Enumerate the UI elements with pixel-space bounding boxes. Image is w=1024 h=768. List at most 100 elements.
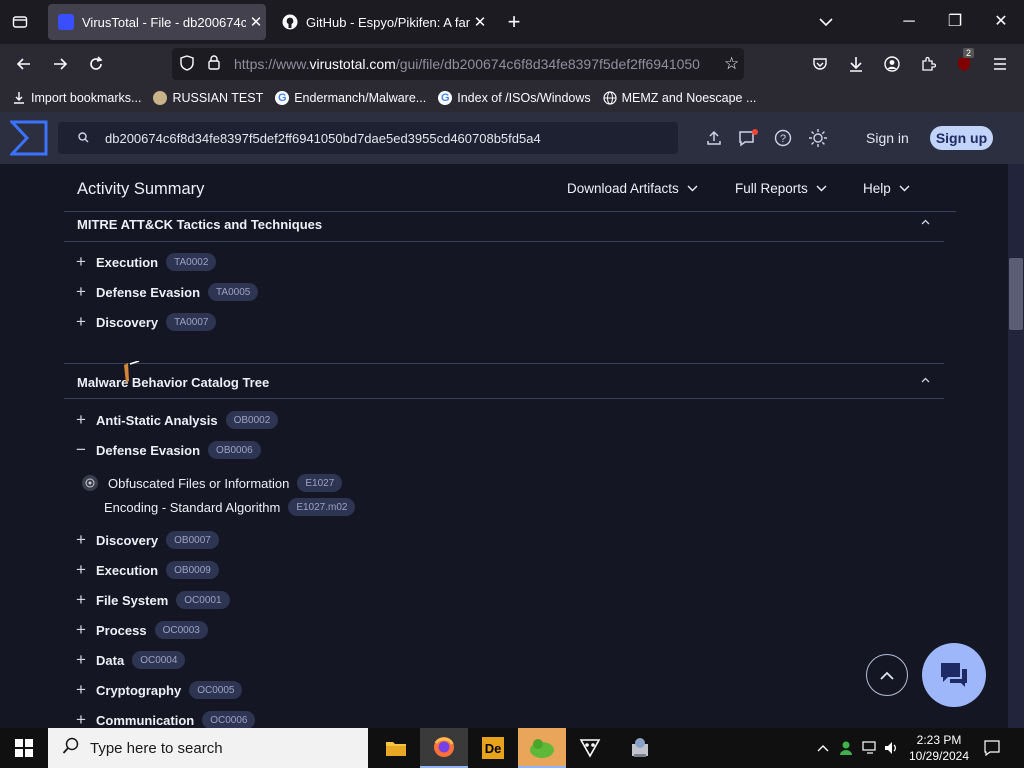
reload-icon[interactable] bbox=[82, 50, 110, 78]
help-menu[interactable]: Help bbox=[863, 181, 910, 196]
extensions-icon[interactable] bbox=[914, 50, 942, 78]
mbc-item-defense-evasion[interactable]: − Defense Evasion OB0006 bbox=[74, 438, 261, 462]
browser-tab-strip: VirusTotal - File - db200674c6f8d ✕ GitH… bbox=[0, 0, 1024, 44]
minimize-icon[interactable]: ─ bbox=[886, 8, 932, 36]
behavior-badge: OB0002 bbox=[225, 411, 279, 429]
chevron-up-icon[interactable] bbox=[921, 214, 930, 228]
back-icon[interactable] bbox=[10, 50, 38, 78]
collapse-icon[interactable]: − bbox=[74, 440, 88, 460]
expand-icon[interactable]: + bbox=[74, 282, 88, 302]
bookmarks-bar: Import bookmarks... RUSSIAN TEST G Ender… bbox=[0, 84, 1024, 112]
mbc-item-communication[interactable]: + Communication OC0006 bbox=[74, 708, 256, 728]
scrollbar-thumb[interactable] bbox=[1009, 258, 1023, 330]
expand-icon[interactable]: + bbox=[74, 530, 88, 550]
bookmark-memz[interactable]: MEMZ and Noescape ... bbox=[603, 91, 756, 105]
downloads-icon[interactable] bbox=[842, 50, 870, 78]
expand-icon[interactable]: + bbox=[74, 680, 88, 700]
help-icon[interactable]: ? bbox=[771, 126, 795, 150]
github-icon bbox=[282, 14, 298, 30]
notifications-icon[interactable] bbox=[736, 126, 760, 150]
tab-virustotal[interactable]: VirusTotal - File - db200674c6f8d ✕ bbox=[48, 4, 266, 40]
lock-icon[interactable] bbox=[208, 55, 228, 73]
expand-icon[interactable]: + bbox=[74, 312, 88, 332]
expand-icon[interactable]: + bbox=[74, 560, 88, 580]
search-input[interactable]: db200674c6f8d34fe8397f5def2ff6941050bd7d… bbox=[58, 122, 678, 154]
maximize-icon[interactable]: ❐ bbox=[932, 8, 978, 36]
mbc-item-cryptography[interactable]: + Cryptography OC0005 bbox=[74, 678, 243, 702]
expand-icon[interactable]: + bbox=[74, 650, 88, 670]
download-artifacts-menu[interactable]: Download Artifacts bbox=[567, 181, 698, 196]
close-tab-icon[interactable]: ✕ bbox=[470, 13, 490, 31]
search-icon bbox=[78, 131, 89, 146]
pocket-icon[interactable] bbox=[806, 50, 834, 78]
bookmark-star-icon[interactable]: ☆ bbox=[724, 54, 739, 74]
virustotal-logo[interactable] bbox=[8, 120, 48, 156]
mitre-item-execution[interactable]: + Execution TA0002 bbox=[74, 250, 217, 274]
mbc-item-process[interactable]: + Process OC0003 bbox=[74, 618, 208, 642]
upload-icon[interactable] bbox=[702, 126, 726, 150]
bookmark-import[interactable]: Import bookmarks... bbox=[12, 91, 141, 105]
theme-toggle-icon[interactable] bbox=[806, 126, 830, 150]
mbc-item-file-system[interactable]: + File System OC0001 bbox=[74, 588, 230, 612]
shield-icon[interactable] bbox=[180, 54, 200, 74]
expand-icon[interactable]: + bbox=[74, 620, 88, 640]
tray-overflow-icon[interactable] bbox=[814, 728, 832, 768]
mbc-subitem-encoding[interactable]: Encoding - Standard Algorithm E1027.m02 bbox=[104, 496, 356, 518]
chevron-down-icon bbox=[899, 183, 910, 195]
tab-list-icon[interactable] bbox=[6, 8, 34, 36]
taskbar-search-input[interactable]: Type here to search bbox=[48, 728, 368, 768]
file-explorer-icon[interactable] bbox=[372, 728, 420, 768]
mbc-item-discovery[interactable]: + Discovery OB0007 bbox=[74, 528, 219, 552]
menu-icon[interactable] bbox=[986, 50, 1014, 78]
chat-button[interactable] bbox=[922, 643, 986, 707]
account-icon[interactable] bbox=[878, 50, 906, 78]
mbc-item-anti-static-analysis[interactable]: + Anti-Static Analysis OB0002 bbox=[74, 408, 279, 432]
page-scrollbar[interactable] bbox=[1008, 164, 1024, 728]
tab-github[interactable]: GitHub - Espyo/Pikifen: A fan-m ✕ bbox=[272, 4, 490, 40]
sign-in-link[interactable]: Sign in bbox=[866, 130, 909, 146]
taskbar-clock[interactable]: 2:23 PM 10/29/2024 bbox=[906, 732, 972, 764]
mitre-item-defense-evasion[interactable]: + Defense Evasion TA0005 bbox=[74, 280, 259, 304]
mbc-item-data[interactable]: + Data OC0004 bbox=[74, 648, 186, 672]
behavior-badge: OC0004 bbox=[132, 651, 186, 669]
network-icon[interactable] bbox=[860, 728, 880, 768]
scroll-to-top-button[interactable] bbox=[866, 654, 908, 696]
mbc-item-execution[interactable]: + Execution OB0009 bbox=[74, 558, 219, 582]
expand-icon[interactable]: + bbox=[74, 252, 88, 272]
chevron-down-icon[interactable] bbox=[812, 8, 840, 36]
people-tray-icon[interactable] bbox=[836, 728, 856, 768]
mitre-item-discovery[interactable]: + Discovery TA0007 bbox=[74, 310, 217, 334]
expand-icon[interactable]: + bbox=[74, 710, 88, 728]
bookmark-russian-test[interactable]: RUSSIAN TEST bbox=[153, 91, 263, 105]
start-button[interactable] bbox=[0, 728, 48, 768]
main-content: Activity Summary Download Artifacts Full… bbox=[0, 164, 1008, 728]
mitre-section-header[interactable]: MITRE ATT&CK Tactics and Techniques bbox=[64, 206, 944, 242]
bookmark-endermanch[interactable]: G Endermanch/Malware... bbox=[275, 91, 426, 105]
delphi-app-icon[interactable]: De bbox=[469, 728, 517, 768]
url-bar[interactable]: https://www.virustotal.com/gui/file/db20… bbox=[172, 48, 744, 80]
vt-header: db200674c6f8d34fe8397f5def2ff6941050bd7d… bbox=[0, 112, 1024, 164]
tactic-badge: TA0005 bbox=[208, 283, 259, 301]
expand-icon[interactable]: + bbox=[74, 410, 88, 430]
windows-icon bbox=[15, 739, 33, 757]
close-tab-icon[interactable]: ✕ bbox=[246, 13, 266, 31]
close-window-icon[interactable]: ✕ bbox=[978, 8, 1024, 36]
sign-up-button[interactable]: Sign up bbox=[930, 126, 993, 150]
mbc-subitem-obfuscated-files[interactable]: Obfuscated Files or Information E1027 bbox=[82, 472, 343, 494]
chevron-up-icon[interactable] bbox=[921, 372, 930, 386]
installer-app-icon[interactable] bbox=[616, 728, 664, 768]
expand-icon[interactable]: + bbox=[74, 590, 88, 610]
game-app-icon[interactable] bbox=[518, 728, 566, 768]
full-reports-menu[interactable]: Full Reports bbox=[735, 181, 827, 196]
ublock-icon[interactable]: 2 bbox=[950, 48, 978, 78]
behavior-badge: OB0007 bbox=[166, 531, 219, 549]
new-tab-icon[interactable]: + bbox=[500, 8, 528, 36]
forward-icon[interactable] bbox=[46, 50, 74, 78]
ghost-app-icon[interactable] bbox=[566, 728, 614, 768]
notification-center-icon[interactable] bbox=[980, 728, 1004, 768]
firefox-icon[interactable] bbox=[420, 728, 468, 768]
volume-icon[interactable] bbox=[882, 728, 902, 768]
bookmark-isos[interactable]: G Index of /ISOs/Windows bbox=[438, 91, 591, 105]
mbc-section-header[interactable]: Malware Behavior Catalog Tree bbox=[64, 363, 944, 399]
ghost-icon bbox=[153, 91, 168, 105]
